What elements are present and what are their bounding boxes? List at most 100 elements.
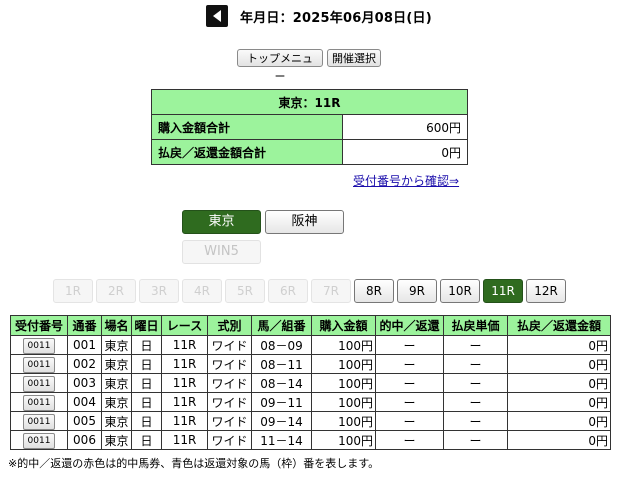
race-button-1r[interactable]: 1R (53, 279, 93, 303)
payout-rate-cell: ー (443, 373, 508, 393)
venue-cell: 東京 (101, 354, 132, 374)
date-label: 年月日：2025年06月08日(日) (240, 10, 432, 26)
race-button-9r[interactable]: 9R (397, 279, 437, 303)
race-button-5r[interactable]: 5R (225, 279, 265, 303)
venue-cell: 東京 (101, 335, 132, 355)
purchase-total-value: 600円 (342, 114, 468, 140)
summary-table: 東京：11R 購入金額合計 600円 払戻／返還金額合計 0円 (151, 89, 468, 165)
col-receipt-no: 受付番号 (10, 315, 68, 336)
win5-button[interactable]: WIN5 (182, 240, 261, 264)
race-button-3r[interactable]: 3R (139, 279, 179, 303)
combination-cell: 09－11 (251, 392, 312, 412)
venue-cell: 東京 (101, 430, 132, 450)
venue-tab-hanshin[interactable]: 阪神 (265, 210, 344, 234)
payout-total-cell: 0円 (507, 335, 611, 355)
race-button-12r[interactable]: 12R (526, 279, 566, 303)
receipt-cell: 0011 (10, 411, 68, 431)
previous-date-button[interactable] (206, 5, 228, 27)
race-button-7r[interactable]: 7R (311, 279, 351, 303)
combination-cell: 09－14 (251, 411, 312, 431)
bet-results-table: 受付番号 通番 場名 曜日 レース 式別 馬／組番 購入金額 的中／返還 払戻単… (10, 315, 611, 450)
refund-total-value: 0円 (342, 139, 468, 165)
col-day: 曜日 (131, 315, 162, 336)
race-cell: 11R (161, 335, 208, 355)
race-button-11r[interactable]: 11R (483, 279, 523, 303)
summary-title: 東京：11R (151, 89, 468, 115)
table-header-row: 受付番号 通番 場名 曜日 レース 式別 馬／組番 購入金額 的中／返還 払戻単… (10, 315, 611, 336)
bet-type-cell: ワイド (207, 373, 252, 393)
payout-rate-cell: ー (443, 354, 508, 374)
purchase-cell: 100円 (311, 354, 376, 374)
bet-type-cell: ワイド (207, 392, 252, 412)
table-row: 0011 001 東京 日 11R ワイド 08－09 100円 ー ー 0円 (10, 335, 611, 355)
purchase-cell: 100円 (311, 392, 376, 412)
hit-refund-cell: ー (375, 430, 444, 450)
combination-cell: 08－09 (251, 335, 312, 355)
receipt-button[interactable]: 0011 (23, 394, 55, 411)
bet-type-cell: ワイド (207, 411, 252, 431)
receipt-button[interactable]: 0011 (23, 356, 55, 373)
race-button-6r[interactable]: 6R (268, 279, 308, 303)
refund-total-label: 払戻／返還金額合計 (151, 139, 343, 165)
day-cell: 日 (131, 430, 162, 450)
race-button-8r[interactable]: 8R (354, 279, 394, 303)
hit-refund-cell: ー (375, 373, 444, 393)
payout-total-cell: 0円 (507, 392, 611, 412)
day-cell: 日 (131, 373, 162, 393)
payout-total-cell: 0円 (507, 411, 611, 431)
venue-tab-tokyo[interactable]: 東京 (182, 210, 261, 234)
race-cell: 11R (161, 392, 208, 412)
hit-refund-cell: ー (375, 335, 444, 355)
table-row: 0011 005 東京 日 11R ワイド 09－14 100円 ー ー 0円 (10, 411, 611, 431)
race-cell: 11R (161, 430, 208, 450)
combination-cell: 11－14 (251, 430, 312, 450)
venue-cell: 東京 (101, 373, 132, 393)
table-row: 0011 004 東京 日 11R ワイド 09－11 100円 ー ー 0円 (10, 392, 611, 412)
venue-cell: 東京 (101, 411, 132, 431)
purchase-cell: 100円 (311, 373, 376, 393)
payout-rate-cell: ー (443, 411, 508, 431)
confirm-by-receipt-link[interactable]: 受付番号から確認⇒ (353, 172, 459, 189)
combination-cell: 08－14 (251, 373, 312, 393)
race-button-4r[interactable]: 4R (182, 279, 222, 303)
payout-total-cell: 0円 (507, 373, 611, 393)
payout-total-cell: 0円 (507, 354, 611, 374)
col-payout-total: 払戻／返還金額 (507, 315, 611, 336)
receipt-cell: 0011 (10, 335, 68, 355)
purchase-total-label: 購入金額合計 (151, 114, 343, 140)
bet-type-cell: ワイド (207, 335, 252, 355)
receipt-cell: 0011 (10, 373, 68, 393)
purchase-cell: 100円 (311, 335, 376, 355)
day-cell: 日 (131, 335, 162, 355)
receipt-button[interactable]: 0011 (23, 375, 55, 392)
payout-rate-cell: ー (443, 430, 508, 450)
col-race: レース (161, 315, 208, 336)
day-cell: 日 (131, 354, 162, 374)
serial-cell: 002 (67, 354, 102, 374)
receipt-cell: 0011 (10, 392, 68, 412)
left-arrow-icon (213, 10, 221, 22)
receipt-button[interactable]: 0011 (23, 337, 55, 354)
col-bet-type: 式別 (207, 315, 252, 336)
payout-total-cell: 0円 (507, 430, 611, 450)
receipt-cell: 0011 (10, 430, 68, 450)
col-payout-rate: 払戻単価 (443, 315, 508, 336)
table-row: 0011 002 東京 日 11R ワイド 08－11 100円 ー ー 0円 (10, 354, 611, 374)
race-button-2r[interactable]: 2R (96, 279, 136, 303)
race-button-10r[interactable]: 10R (440, 279, 480, 303)
venue-select-button[interactable]: 開催選択 (327, 49, 381, 67)
top-menu-button[interactable]: トップメニュー (237, 49, 323, 83)
receipt-button[interactable]: 0011 (23, 413, 55, 430)
venue-cell: 東京 (101, 392, 132, 412)
purchase-cell: 100円 (311, 430, 376, 450)
footnote: ※的中／返還の赤色は的中馬券、青色は返還対象の馬（枠）番を表します。 (8, 457, 380, 470)
receipt-button[interactable]: 0011 (23, 432, 55, 449)
table-row: 0011 006 東京 日 11R ワイド 11－14 100円 ー ー 0円 (10, 430, 611, 450)
serial-cell: 001 (67, 335, 102, 355)
receipt-cell: 0011 (10, 354, 68, 374)
purchase-cell: 100円 (311, 411, 376, 431)
combination-cell: 08－11 (251, 354, 312, 374)
race-cell: 11R (161, 373, 208, 393)
col-venue: 場名 (101, 315, 132, 336)
payout-rate-cell: ー (443, 392, 508, 412)
